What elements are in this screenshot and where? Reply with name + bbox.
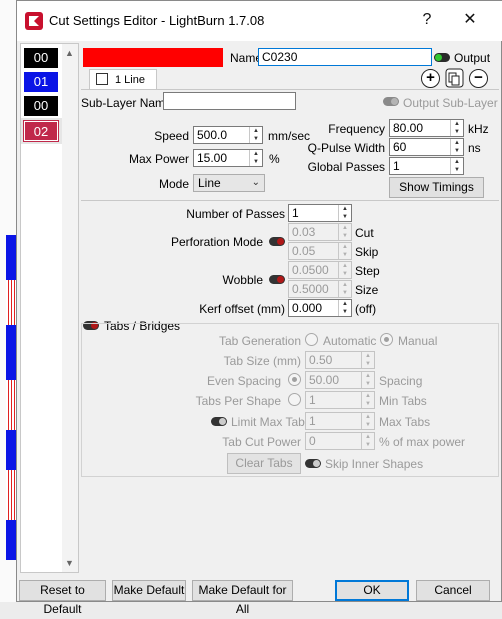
cut-label: Cut	[355, 226, 374, 240]
remove-sublayer-icon[interactable]: −	[469, 69, 488, 88]
output-toggle[interactable]	[434, 53, 450, 62]
layer-list-scrollbar[interactable]: ▲ ▼	[62, 44, 78, 572]
make-default-button[interactable]: Make Default	[112, 580, 186, 601]
cut-settings-window: Cut Settings Editor - LightBurn 1.7.08 ?…	[16, 0, 502, 616]
wobble-label: Wobble	[222, 273, 263, 287]
layer-item[interactable]: 01	[24, 72, 58, 92]
tab-label: 1 Line	[115, 74, 145, 86]
limit-max-tabs-label: Limit Max Tabs	[231, 415, 311, 429]
tab-size-input[interactable]: 0.50 ▲ ▼	[305, 351, 375, 369]
lightburn-logo-icon	[25, 12, 43, 30]
frequency-label: Frequency	[328, 122, 385, 136]
close-button[interactable]: ✕	[455, 9, 485, 31]
layer-item-selected[interactable]: 02	[23, 120, 59, 142]
size-input[interactable]: 0.5000 ▲ ▼	[288, 280, 352, 298]
global-passes-label: Global Passes	[307, 160, 385, 174]
frequency-unit: kHz	[468, 122, 489, 136]
speed-input[interactable]: 500.0 ▲ ▼	[193, 126, 263, 144]
skip-inner-shapes-toggle[interactable]	[305, 459, 321, 468]
limit-max-tabs-toggle[interactable]	[211, 417, 227, 426]
max-power-label: Max Power	[128, 152, 189, 166]
automatic-label: Automatic	[323, 334, 377, 348]
kerf-suffix: (off)	[355, 302, 377, 316]
manual-label: Manual	[398, 334, 438, 348]
frequency-input[interactable]: 80.00 ▲ ▼	[389, 119, 464, 137]
global-passes-input[interactable]: 1 ▲ ▼	[389, 157, 464, 175]
window-title: Cut Settings Editor - LightBurn 1.7.08	[49, 13, 265, 28]
scroll-up-icon[interactable]: ▲	[65, 48, 74, 58]
copy-sublayer-icon[interactable]	[445, 68, 464, 88]
title-bar: Cut Settings Editor - LightBurn 1.7.08 ?…	[17, 1, 502, 41]
divider	[81, 89, 499, 90]
layer-list[interactable]: 00 01 00 02 ▲ ▼	[20, 43, 79, 573]
skip-label: Skip	[355, 245, 379, 259]
help-button[interactable]: ?	[412, 9, 442, 31]
add-sublayer-icon[interactable]: +	[421, 69, 440, 88]
perforation-label: Perforation Mode	[170, 235, 263, 249]
skip-inner-shapes-label: Skip Inner Shapes	[325, 457, 424, 471]
clear-tabs-button[interactable]: Clear Tabs	[227, 453, 301, 474]
speed-label: Speed	[154, 129, 189, 143]
layer-color-swatch[interactable]	[83, 48, 223, 67]
divider	[81, 200, 499, 201]
cut-input[interactable]: 0.03 ▲ ▼	[288, 223, 352, 241]
mode-label: Mode	[158, 177, 189, 191]
tabs-per-shape-radio[interactable]	[288, 393, 301, 406]
max-tabs-label: Max Tabs	[379, 415, 431, 429]
cancel-button[interactable]: Cancel	[416, 580, 490, 601]
min-tabs-label: Min Tabs	[379, 394, 427, 408]
mode-select[interactable]: Line ⌄	[193, 174, 265, 192]
make-default-for-all-button[interactable]: Make Default for All	[192, 580, 293, 616]
spacing-input[interactable]: 50.00 ▲ ▼	[305, 371, 375, 389]
tab-cut-power-input[interactable]: 0 ▲ ▼	[305, 432, 375, 450]
spacing-label: Spacing	[379, 374, 423, 388]
reset-to-default-button[interactable]: Reset to Default	[19, 580, 106, 616]
step-input[interactable]: 0.0500 ▲ ▼	[288, 261, 352, 279]
even-spacing-radio[interactable]	[288, 373, 301, 386]
name-field[interactable]: C0230	[258, 48, 432, 66]
max-tabs-input[interactable]: 1 ▲ ▼	[305, 412, 375, 430]
sublayer-name-label: Sub-Layer Name	[81, 96, 172, 110]
tab-generation-label: Tab Generation	[218, 334, 301, 348]
step-label: Step	[355, 264, 380, 278]
even-spacing-label: Even Spacing	[206, 374, 281, 388]
output-sublayer-label: Output Sub-Layer	[403, 96, 498, 110]
scroll-down-icon[interactable]: ▼	[65, 558, 74, 568]
tab-cut-power-suffix: % of max power	[379, 435, 466, 449]
passes-label: Number of Passes	[186, 207, 285, 221]
tab-cut-power-label: Tab Cut Power	[222, 435, 301, 449]
kerf-label: Kerf offset (mm)	[199, 302, 285, 316]
sublayer-color-box	[96, 73, 108, 85]
output-label: Output	[454, 51, 491, 65]
kerf-input[interactable]: 0.000 ▲ ▼	[288, 299, 352, 317]
max-power-input[interactable]: 15.00 ▲ ▼	[193, 149, 263, 167]
tabs-per-shape-label: Tabs Per Shape	[195, 394, 281, 408]
q-pulse-label: Q-Pulse Width	[307, 141, 385, 155]
automatic-radio[interactable]	[305, 333, 318, 346]
ok-button[interactable]: OK	[335, 580, 409, 601]
q-pulse-input[interactable]: 60 ▲ ▼	[389, 138, 464, 156]
output-sublayer-toggle[interactable]	[383, 97, 399, 106]
manual-radio[interactable]	[380, 333, 393, 346]
size-label: Size	[355, 283, 379, 297]
tab-size-label: Tab Size (mm)	[223, 354, 301, 368]
q-pulse-unit: ns	[468, 141, 481, 155]
max-power-unit: %	[269, 152, 280, 166]
min-tabs-input[interactable]: 1 ▲ ▼	[305, 391, 375, 409]
perforation-toggle[interactable]	[269, 237, 285, 246]
sublayer-name-field[interactable]	[163, 92, 296, 110]
skip-input[interactable]: 0.05 ▲ ▼	[288, 242, 352, 260]
passes-input[interactable]: 1 ▲ ▼	[288, 204, 352, 222]
wobble-toggle[interactable]	[269, 275, 285, 284]
show-timings-button[interactable]: Show Timings	[389, 177, 484, 198]
layer-item[interactable]: 00	[24, 96, 58, 116]
layer-item[interactable]: 00	[24, 48, 58, 68]
tab-1-line[interactable]: 1 Line	[89, 69, 157, 89]
